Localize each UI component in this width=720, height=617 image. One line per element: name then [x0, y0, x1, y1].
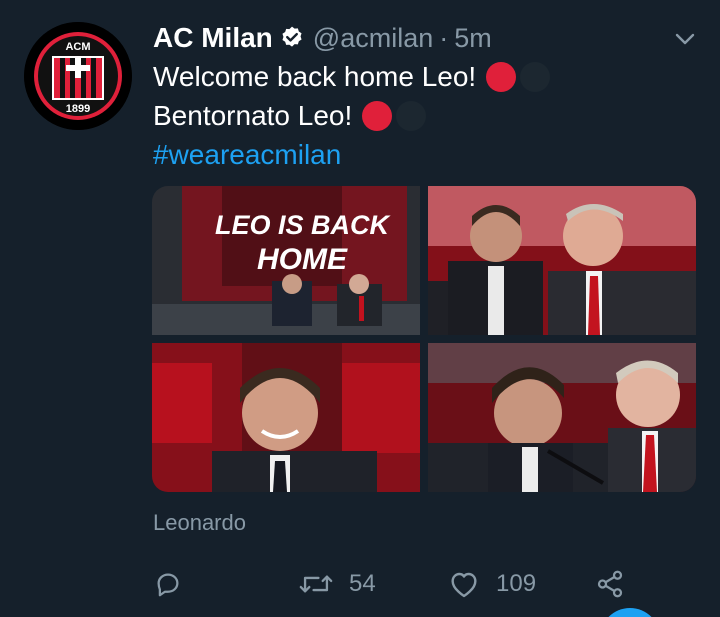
black-circle-icon [396, 101, 427, 131]
timestamp[interactable]: 5m [454, 23, 492, 54]
logo-text-bottom: 1899 [66, 103, 90, 115]
media-caption: Leonardo [153, 510, 246, 535]
red-circle-icon [362, 101, 393, 131]
tweet-text-welcome: Welcome back home Leo! [153, 61, 477, 92]
black-circle-icon [520, 62, 551, 92]
tweet-text-line-2: Bentornato Leo! [153, 98, 427, 134]
verified-badge-icon [279, 25, 305, 51]
share-icon [595, 569, 625, 599]
tweet[interactable]: ACM 1899 AC Milan @acmilan · 5m Welcome … [0, 0, 720, 617]
acmilan-logo: ACM 1899 [24, 22, 132, 130]
compose-fab[interactable] [600, 608, 660, 617]
heart-icon [448, 569, 480, 599]
separator: · [439, 22, 449, 53]
like-button[interactable]: 109 [448, 562, 536, 606]
like-count: 109 [496, 570, 537, 597]
retweet-button[interactable]: 54 [299, 562, 376, 606]
reply-icon [153, 569, 183, 599]
red-black-circles-emoji [362, 101, 427, 131]
avatar[interactable]: ACM 1899 [24, 22, 132, 130]
photo-1[interactable]: LEO IS BACK HOME [152, 186, 420, 335]
retweet-count: 54 [349, 570, 376, 597]
red-black-circles-emoji [486, 62, 551, 92]
share-button[interactable] [595, 562, 625, 606]
retweet-icon [299, 569, 333, 599]
tweet-text-bentornato: Bentornato Leo! [153, 100, 353, 131]
photo-4[interactable] [428, 343, 696, 492]
red-circle-icon [486, 62, 517, 92]
tweet-text-line-1: Welcome back home Leo! [153, 59, 551, 95]
photo1-text-line1: LEO IS BACK [215, 210, 392, 240]
hashtag-link[interactable]: #weareacmilan [153, 137, 341, 173]
action-bar: 54 109 [153, 562, 633, 606]
reply-button[interactable] [153, 562, 183, 606]
display-name[interactable]: AC Milan [153, 22, 273, 54]
photo1-text-line2: HOME [257, 243, 348, 276]
tweet-header: AC Milan @acmilan · 5m [153, 18, 630, 58]
media-grid: LEO IS BACK HOME [152, 186, 696, 492]
photo-2[interactable] [428, 186, 696, 335]
handle[interactable]: @acmilan [313, 23, 433, 54]
logo-text-top: ACM [65, 41, 90, 53]
chevron-down-icon[interactable] [674, 28, 696, 50]
photo-3[interactable] [152, 343, 420, 492]
